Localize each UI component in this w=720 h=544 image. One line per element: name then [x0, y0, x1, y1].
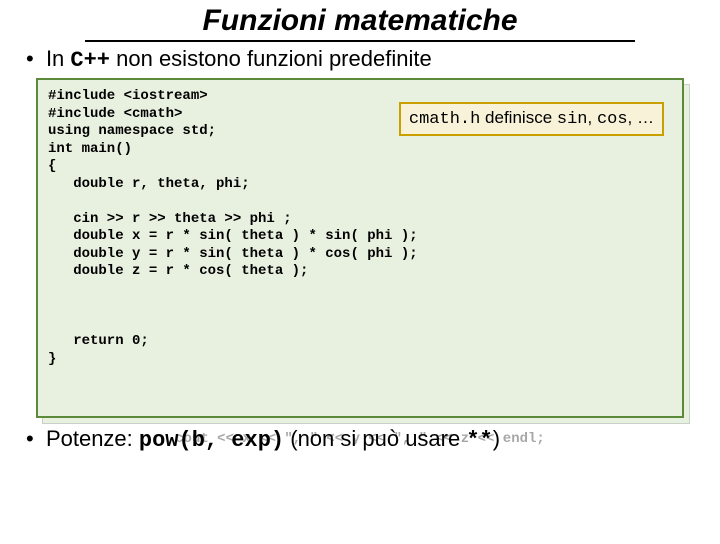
code-line — [48, 193, 56, 209]
bullet-1-text-post: non esistono funzioni predefinite — [110, 46, 432, 71]
callout-cos: cos — [597, 110, 628, 129]
code-line: double r, theta, phi; — [48, 176, 250, 192]
cpp-keyword: C++ — [70, 48, 110, 73]
code-line: return 0; — [48, 333, 149, 349]
code-line: cin >> r >> theta >> phi ; — [48, 211, 292, 227]
code-line: int main() — [48, 141, 132, 157]
callout-cmath: cmath.h — [409, 110, 480, 129]
callout-ellipsis: , … — [628, 108, 654, 127]
callout-comma1: , — [587, 108, 596, 127]
code-block: #include <iostream> #include <cmath> usi… — [36, 78, 684, 418]
code-line: #include <iostream> — [48, 88, 208, 104]
bullet-2: • Potenze: pow(b, exp) (non si può usare… — [26, 426, 694, 453]
callout-sin: sin — [557, 110, 588, 129]
code-line — [48, 298, 56, 314]
code-line: double z = r * cos( theta ); — [48, 263, 308, 279]
code-line: #include <cmath> — [48, 106, 182, 122]
code-line — [48, 281, 56, 297]
cmath-callout: cmath.h definisce sin, cos, … — [399, 102, 664, 135]
code-line: double y = r * sin( theta ) * cos( phi )… — [48, 246, 418, 262]
ghost-cout-line: cout << x << ", " << y << ", " << z << e… — [26, 431, 694, 447]
code-line: { — [48, 158, 56, 174]
code-line: } — [48, 351, 56, 367]
code-line: double x = r * sin( theta ) * sin( phi )… — [48, 228, 418, 244]
callout-text: definisce — [480, 108, 557, 127]
code-block-container: #include <iostream> #include <cmath> usi… — [36, 78, 684, 418]
bullet-1-text-pre: In — [46, 46, 70, 71]
code-line: using namespace std; — [48, 123, 216, 139]
bullet-1: • In C++ non esistono funzioni predefini… — [26, 46, 720, 74]
slide-title: Funzioni matematiche — [85, 4, 635, 42]
code-line — [48, 316, 56, 332]
